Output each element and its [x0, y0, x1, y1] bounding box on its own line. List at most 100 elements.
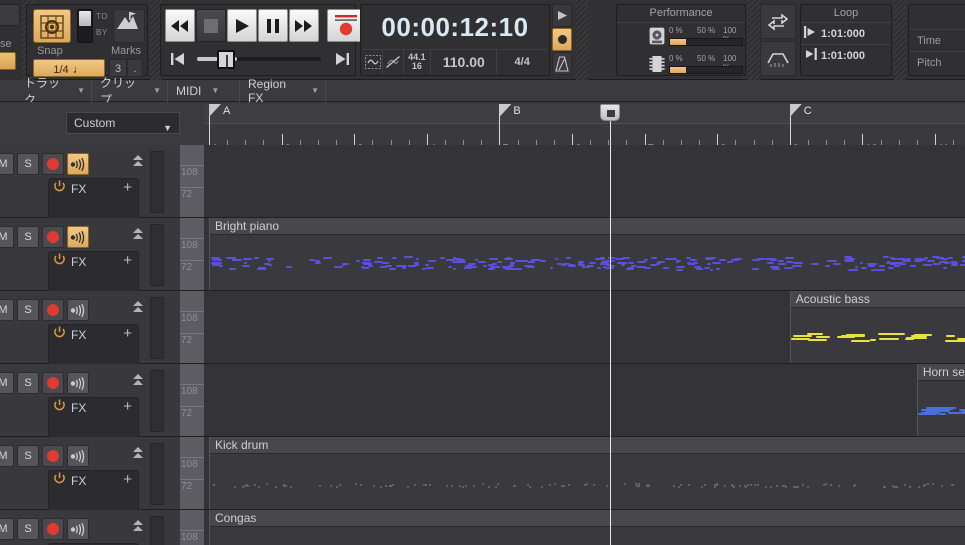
time-display-panel[interactable]: 00:00:12:10 44.1 16 110.00 4/4	[360, 4, 550, 76]
track-solo-button[interactable]: S	[17, 299, 39, 321]
ruler-marker-lane[interactable]	[204, 104, 965, 123]
midi-clip[interactable]: Kick drum	[209, 437, 965, 509]
metronome-icon[interactable]	[552, 52, 572, 75]
track-record-arm-button[interactable]	[42, 445, 64, 467]
time-signature-display[interactable]: 4/4	[497, 50, 547, 74]
loop-toggle-icon[interactable]	[760, 4, 796, 39]
track-row[interactable]: M S FX +108 72 Kick drum	[0, 437, 965, 516]
fx-row[interactable]: FX +	[49, 179, 138, 199]
fast-forward-button[interactable]	[289, 9, 319, 42]
toolbar-grip-4[interactable]	[748, 0, 760, 80]
play-small-icon[interactable]	[552, 4, 572, 27]
time-row[interactable]: Time	[909, 29, 965, 51]
fx-power-icon[interactable]	[53, 326, 66, 344]
toolbar-grip-5[interactable]	[894, 0, 906, 80]
track-solo-button[interactable]: S	[17, 153, 39, 175]
menu-track[interactable]: トラック ▼	[16, 76, 92, 107]
track-collapse-icon[interactable]	[131, 153, 145, 169]
track-mute-button[interactable]: M	[0, 518, 14, 540]
track-record-arm-button[interactable]	[42, 518, 64, 540]
track-input-echo-button[interactable]	[67, 299, 89, 321]
track-clip-lane[interactable]: Acoustic bass	[204, 291, 965, 363]
fx-power-icon[interactable]	[53, 472, 66, 490]
go-to-start-button[interactable]	[169, 51, 187, 67]
track-volume-fader[interactable]	[150, 516, 164, 545]
tempo-display[interactable]: 110.00	[431, 49, 498, 74]
track-record-arm-button[interactable]	[42, 372, 64, 394]
track-collapse-icon[interactable]	[131, 518, 145, 534]
track-solo-button[interactable]: S	[17, 226, 39, 248]
stop-button[interactable]	[196, 9, 226, 42]
track-record-arm-button[interactable]	[42, 299, 64, 321]
left-partial-button[interactable]	[0, 4, 20, 26]
loop-end-row[interactable]: 1:01:000	[801, 45, 891, 66]
midi-clip[interactable]: Bright piano	[209, 218, 965, 290]
track-clip-lane[interactable]: Bright piano	[204, 218, 965, 290]
track-collapse-icon[interactable]	[131, 372, 145, 388]
midi-clip[interactable]: Congas	[209, 510, 965, 545]
snap-to-by-toggle[interactable]	[77, 9, 93, 43]
fx-power-icon[interactable]	[53, 253, 66, 271]
track-clip-lane[interactable]: Congas	[204, 510, 965, 545]
track-volume-fader[interactable]	[150, 370, 164, 432]
track-row[interactable]: M S FX +108 72 Bright piano	[0, 218, 965, 297]
track-clip-lane[interactable]: Horn section	[204, 364, 965, 436]
fx-add-button[interactable]: +	[123, 180, 132, 196]
loop-end-value[interactable]: 1:01:000	[821, 50, 865, 62]
track-row[interactable]: MS FX +108 72 Horn section	[0, 364, 965, 443]
track-volume-fader[interactable]	[150, 297, 164, 359]
midi-clip[interactable]: Acoustic bass	[789, 291, 965, 363]
track-mute-button[interactable]: M	[0, 372, 14, 394]
timeline-ruler[interactable]: 1234567891011 A B C	[204, 104, 965, 145]
track-volume-fader[interactable]	[150, 443, 164, 505]
fx-add-button[interactable]: +	[123, 326, 132, 342]
track-collapse-icon[interactable]	[131, 445, 145, 461]
mute-audio-icon[interactable]	[383, 49, 404, 74]
track-mute-button[interactable]: M	[0, 226, 14, 248]
track-mute-button[interactable]: M	[0, 153, 14, 175]
fx-power-icon[interactable]	[53, 399, 66, 417]
fx-add-button[interactable]: +	[123, 399, 132, 415]
track-record-arm-button[interactable]	[42, 226, 64, 248]
go-to-end-button[interactable]	[333, 51, 351, 67]
fx-row[interactable]: FX +	[49, 325, 138, 345]
track-header[interactable]: MSFX+	[0, 510, 180, 545]
view-preset-dropdown[interactable]: Custom ▼	[66, 112, 180, 134]
auto-punch-icon[interactable]	[760, 41, 796, 76]
play-button[interactable]	[227, 9, 257, 42]
loop-start-value[interactable]: 1:01:000	[821, 28, 865, 40]
track-row[interactable]: M S FX +108 72	[0, 145, 965, 224]
track-collapse-icon[interactable]	[131, 299, 145, 315]
fx-add-button[interactable]: +	[123, 472, 132, 488]
track-mute-button[interactable]: M	[0, 299, 14, 321]
pitch-row[interactable]: Pitch	[909, 51, 965, 73]
track-record-arm-button[interactable]	[42, 153, 64, 175]
loop-start-row[interactable]: 1:01:000	[801, 23, 891, 44]
track-header[interactable]: MS FX+	[0, 437, 180, 516]
track-row[interactable]: M S FX +108 72 Acoustic bass	[0, 291, 965, 370]
track-solo-button[interactable]: S	[17, 518, 39, 540]
track-volume-fader[interactable]	[150, 224, 164, 286]
fx-power-icon[interactable]	[53, 180, 66, 198]
track-header[interactable]: MS FX+	[0, 291, 180, 370]
audio-engine-icon[interactable]	[363, 49, 384, 74]
track-collapse-icon[interactable]	[131, 226, 145, 242]
record-small-icon[interactable]	[552, 28, 572, 51]
transport-position-slider[interactable]	[165, 46, 353, 72]
track-input-echo-button[interactable]	[67, 226, 89, 248]
track-header[interactable]: MSFX+	[0, 218, 180, 297]
track-solo-button[interactable]: S	[17, 445, 39, 467]
track-row[interactable]: MSFX+10872 Congas	[0, 510, 965, 545]
rewind-button[interactable]	[165, 9, 195, 42]
fx-row[interactable]: FX +	[49, 471, 138, 491]
track-solo-button[interactable]: S	[17, 372, 39, 394]
menu-midi[interactable]: MIDI ▼	[168, 79, 240, 102]
pause-button[interactable]	[258, 9, 288, 42]
position-slider-thumb[interactable]	[217, 50, 235, 69]
snap-to-grid-icon[interactable]	[33, 9, 71, 43]
track-input-echo-button[interactable]	[67, 518, 89, 540]
fx-row[interactable]: FX +	[49, 398, 138, 418]
midi-clip[interactable]: Horn section	[916, 364, 965, 436]
menu-region-fx[interactable]: Region FX ▼	[240, 77, 326, 105]
track-mute-button[interactable]: M	[0, 445, 14, 467]
